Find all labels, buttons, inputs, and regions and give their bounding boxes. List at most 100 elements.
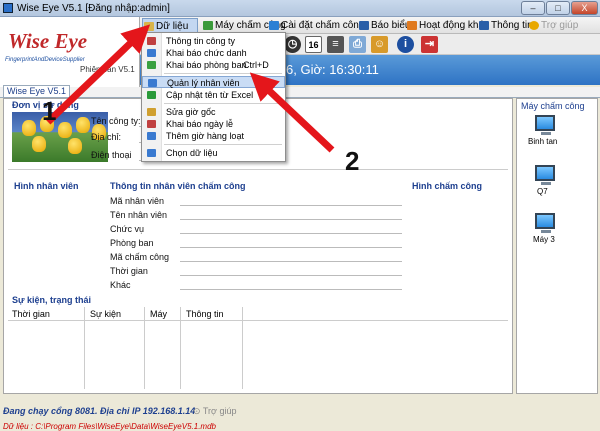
menu-item-import-excel[interactable]: Cập nhật tên từ Excel bbox=[142, 89, 285, 101]
close-button[interactable]: X bbox=[571, 1, 598, 15]
field-line bbox=[180, 205, 402, 206]
field-line bbox=[180, 233, 402, 234]
menu-data[interactable]: Dữ liệu bbox=[142, 18, 198, 33]
department-icon bbox=[147, 61, 156, 69]
window-title: Wise Eye V5.1 [Đăng nhập:admin] bbox=[17, 3, 170, 14]
employee-info-title: Thông tin nhân viên chấm công bbox=[110, 181, 246, 191]
device-icon bbox=[203, 21, 213, 30]
monitor-icon bbox=[535, 115, 555, 131]
menu-help[interactable]: Trợ giúp bbox=[528, 18, 578, 33]
menu-item-holidays[interactable]: Khai báo ngày lễ bbox=[142, 118, 285, 130]
grid-divider bbox=[242, 307, 243, 389]
logo-subtitle: FingerprintAndDeviceSupplier bbox=[5, 57, 85, 63]
shortcut-label: Ctrl+D bbox=[243, 60, 269, 70]
monitor-icon bbox=[535, 213, 555, 229]
menu-item-departments[interactable]: Khai báo phòng ban Ctrl+D bbox=[142, 59, 285, 71]
data-dropdown-menu: Thông tin công ty Khai báo chức danh Kha… bbox=[141, 32, 286, 162]
menu-info[interactable]: Thông tin bbox=[478, 18, 533, 33]
device-item[interactable]: Q7 bbox=[527, 165, 587, 201]
grid-divider bbox=[84, 307, 85, 389]
company-phone-label: Điện thoại bbox=[91, 150, 132, 160]
activity-icon bbox=[407, 21, 417, 30]
field-department: Phòng ban bbox=[110, 238, 154, 248]
field-other: Khác bbox=[110, 280, 131, 290]
menu-separator bbox=[164, 73, 282, 74]
excel-icon bbox=[147, 91, 156, 99]
tab-main[interactable]: Wise Eye V5.1 bbox=[3, 85, 71, 97]
menu-item-job-titles[interactable]: Khai báo chức danh bbox=[142, 47, 285, 59]
title-icon bbox=[147, 49, 156, 57]
employee-photo-title: Hình nhân viên bbox=[14, 181, 79, 191]
monitor-base bbox=[541, 230, 551, 233]
field-line bbox=[180, 275, 402, 276]
grid-divider bbox=[144, 307, 145, 389]
field-line bbox=[180, 247, 402, 248]
database-icon bbox=[147, 149, 156, 157]
device-label: Q7 bbox=[537, 187, 548, 196]
tulip-shape bbox=[68, 138, 82, 154]
annotation-number-1: 1 bbox=[42, 96, 57, 126]
clock-icon[interactable]: ◷ bbox=[284, 36, 301, 53]
company-address-label: Địa chỉ: bbox=[91, 132, 122, 142]
status-text: Đang chạy cổng 8081. Địa chỉ IP 192.168.… bbox=[3, 406, 196, 416]
field-employee-name: Tên nhân viên bbox=[110, 210, 168, 220]
annotation-number-2: 2 bbox=[345, 146, 360, 176]
col-time[interactable]: Thời gian bbox=[12, 309, 50, 319]
monitor-base bbox=[541, 182, 551, 185]
attendance-photo-title: Hình chấm công bbox=[412, 181, 483, 191]
menu-item-bulk-add-time[interactable]: Thêm giờ hàng loạt bbox=[142, 130, 285, 142]
title-bar: Wise Eye V5.1 [Đăng nhập:admin] – □ X bbox=[0, 0, 600, 17]
help-icon bbox=[529, 21, 539, 30]
events-grid-header: Thời gian Sự kiện Máy Thông tin bbox=[8, 307, 508, 321]
logo-title: Wise Eye bbox=[8, 29, 88, 53]
users-icon[interactable]: ☺ bbox=[371, 36, 388, 53]
settings-icon bbox=[269, 21, 279, 30]
menu-item-select-data[interactable]: Chọn dữ liệu bbox=[142, 147, 285, 159]
holiday-icon bbox=[147, 120, 156, 128]
tulip-shape bbox=[22, 120, 36, 136]
menu-item-edit-time[interactable]: Sửa giờ gốc bbox=[142, 106, 285, 118]
field-position: Chức vụ bbox=[110, 224, 145, 234]
field-time: Thời gian bbox=[110, 266, 148, 276]
col-info[interactable]: Thông tin bbox=[186, 309, 224, 319]
monitor-icon bbox=[535, 165, 555, 181]
notes-icon[interactable]: ≡ bbox=[327, 36, 344, 53]
device-label: Máy 3 bbox=[533, 235, 555, 244]
device-panel: Máy chấm công Binh tan Q7 Máy 3 bbox=[516, 98, 598, 394]
menu-separator bbox=[164, 103, 282, 104]
logo-area: Wise Eye FingerprintAndDeviceSupplier Ph… bbox=[0, 17, 140, 87]
menu-attendance-settings[interactable]: Cài đặt chấm công bbox=[268, 18, 364, 33]
grid-divider bbox=[180, 307, 181, 389]
device-item[interactable]: Binh tan bbox=[527, 115, 587, 151]
minimize-button[interactable]: – bbox=[521, 1, 545, 15]
tulip-shape bbox=[58, 122, 72, 138]
info-icon[interactable]: i bbox=[397, 36, 414, 53]
device-panel-title: Máy chấm công bbox=[521, 101, 585, 111]
tulip-shape bbox=[76, 117, 90, 133]
field-line bbox=[180, 289, 402, 290]
device-label: Binh tan bbox=[528, 137, 558, 146]
col-device[interactable]: Máy bbox=[150, 309, 167, 319]
menu-separator bbox=[164, 144, 282, 145]
exit-icon[interactable]: ⇥ bbox=[421, 36, 438, 53]
company-name-label: Tên công ty: bbox=[91, 116, 141, 126]
menu-item-employee-management[interactable]: Quản lý nhân viên bbox=[142, 76, 285, 88]
col-event[interactable]: Sự kiện bbox=[90, 309, 121, 319]
field-attendance-id: Mã chấm công bbox=[110, 252, 170, 262]
version-label: Phiên bản V5.1 bbox=[80, 65, 135, 74]
monitor-base bbox=[541, 132, 551, 135]
status-help-link[interactable]: ⊙ Trợ giúp bbox=[193, 406, 236, 417]
field-employee-id: Mã nhân viên bbox=[110, 196, 165, 206]
menu-other-activities[interactable]: Hoạt động khác bbox=[406, 18, 489, 33]
menu-reports[interactable]: Báo biểu bbox=[358, 18, 410, 33]
employee-icon bbox=[148, 79, 157, 87]
field-line bbox=[180, 219, 402, 220]
menu-item-company-info[interactable]: Thông tin công ty bbox=[142, 35, 285, 47]
device-item[interactable]: Máy 3 bbox=[527, 213, 587, 249]
maximize-button[interactable]: □ bbox=[546, 1, 570, 15]
calendar-icon[interactable]: 16 bbox=[305, 36, 322, 53]
data-icon bbox=[144, 22, 154, 31]
print-icon[interactable]: ⎙ bbox=[349, 36, 366, 53]
events-title: Sự kiện, trạng thái bbox=[12, 295, 92, 305]
info-icon bbox=[479, 21, 489, 30]
